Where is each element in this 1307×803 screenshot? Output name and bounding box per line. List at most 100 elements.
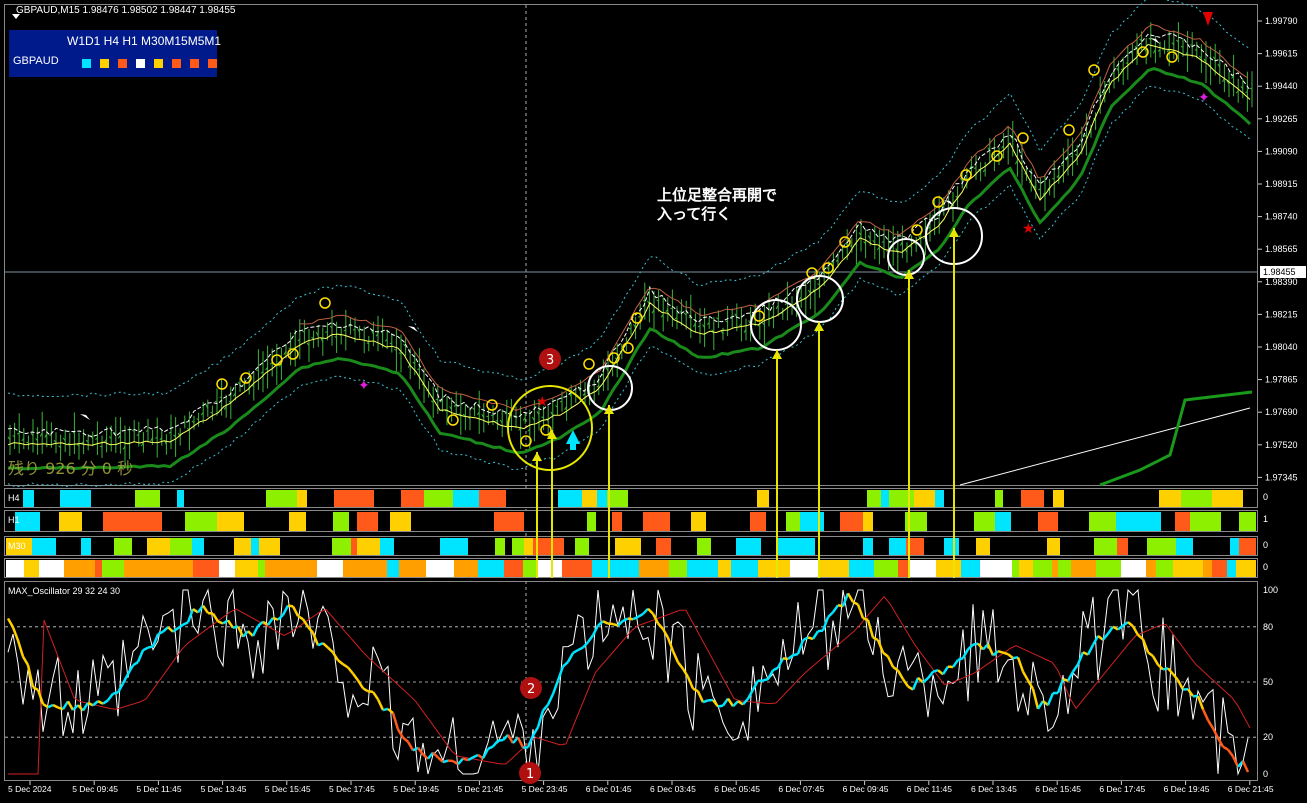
- strip-block: [524, 538, 533, 555]
- osc-main-segment: [862, 616, 869, 622]
- osc-main-segment: [1131, 625, 1140, 636]
- strip-block: [800, 512, 824, 531]
- signal-circle: [540, 424, 552, 436]
- strip-block: [718, 560, 731, 577]
- osc-main-segment: [961, 648, 970, 659]
- strip-block: [265, 560, 294, 577]
- trend-line-white: [959, 407, 1251, 486]
- annotation-note: 上位足整合再開で 入って行く: [657, 186, 777, 224]
- candle-tick: [495, 420, 498, 422]
- strip-block: [558, 490, 582, 507]
- osc-main-segment: [317, 642, 324, 647]
- osc-main-segment: [597, 620, 604, 627]
- strip-block: [454, 560, 478, 577]
- osc-main-segment: [762, 677, 769, 682]
- candle-tick: [155, 437, 158, 439]
- strip-block: [1117, 538, 1128, 555]
- strip-block: [575, 538, 589, 555]
- strip-block: [643, 512, 670, 531]
- strip-block: [1000, 560, 1012, 577]
- price-label: 1.99265: [1265, 114, 1298, 124]
- osc-main-segment: [572, 648, 579, 655]
- osc-main-segment: [967, 643, 974, 651]
- osc-main-segment: [1076, 651, 1085, 665]
- strip-block: [961, 560, 980, 577]
- strip-block: [1147, 538, 1176, 555]
- osc-main-segment: [387, 707, 394, 715]
- strip-block: [538, 560, 562, 577]
- osc-main-segment: [866, 619, 875, 638]
- strip-block: [1239, 538, 1256, 555]
- price-label: 1.99615: [1265, 49, 1298, 59]
- strip-block: [512, 538, 524, 555]
- strip-block: [910, 560, 936, 577]
- chart-header[interactable]: GBPAUD,M15 1.98476 1.98502 1.98447 1.984…: [6, 5, 235, 19]
- white-arrow-icon: [408, 326, 418, 332]
- strip-block: [669, 560, 687, 577]
- strip-block: [691, 512, 706, 531]
- strip-block: [1033, 560, 1052, 577]
- time-label: 6 Dec 03:45: [650, 784, 696, 794]
- strip-block: [177, 560, 193, 577]
- strip-block: [980, 560, 1000, 577]
- osc-main-segment: [136, 649, 145, 663]
- osc-main-segment: [192, 607, 199, 614]
- osc-main-segment: [577, 646, 584, 652]
- strip-block: [357, 512, 378, 531]
- price-label: 1.97345: [1265, 472, 1298, 482]
- osc-main-segment: [102, 699, 109, 705]
- timeframe-square: [118, 59, 127, 68]
- strip-block: [424, 490, 453, 507]
- strip-block: [114, 538, 132, 555]
- osc-main-segment: [371, 691, 380, 701]
- osc-main-segment: [856, 604, 865, 619]
- osc-main-segment: [827, 611, 834, 619]
- osc-main-segment: [337, 659, 344, 666]
- strip-block: [453, 490, 479, 507]
- osc-main-segment: [177, 623, 184, 630]
- strip-block: [343, 560, 365, 577]
- strip-block: [607, 490, 628, 507]
- signal-circle: [1063, 124, 1075, 136]
- strip-block: [1121, 560, 1146, 577]
- strip-block: [202, 512, 217, 531]
- osc-main-segment: [492, 739, 499, 748]
- osc-main-segment: [677, 661, 684, 670]
- strip-block: [750, 512, 766, 531]
- strip-block: [639, 560, 653, 577]
- osc-main-segment: [107, 692, 114, 702]
- strip-block: [1203, 560, 1212, 577]
- osc-main-segment: [167, 626, 174, 633]
- osc-main-segment: [327, 646, 334, 654]
- strip-block: [1190, 512, 1221, 531]
- strip-block: [399, 560, 426, 577]
- chevron-down-icon[interactable]: [12, 14, 20, 19]
- price-label: 1.97865: [1265, 375, 1298, 385]
- osc-main-segment: [1196, 695, 1205, 710]
- price-label: 1.99790: [1265, 16, 1298, 26]
- osc-main-segment: [602, 620, 609, 625]
- price-label: 1.98915: [1265, 179, 1298, 189]
- strip-block: [170, 538, 192, 555]
- strip-block: [95, 560, 102, 577]
- osc-main-segment: [717, 704, 724, 708]
- strip-block: [102, 560, 124, 577]
- strip-block: [192, 538, 204, 555]
- strip-block: [615, 538, 641, 555]
- strip-block: [849, 560, 874, 577]
- signal-circle: [486, 399, 498, 411]
- osc-main-segment: [367, 690, 374, 694]
- up-arrow-head: [814, 322, 824, 331]
- strip-block: [819, 560, 849, 577]
- candle-tick: [642, 300, 645, 302]
- strip-block: [294, 560, 317, 577]
- strip-block: [24, 560, 39, 577]
- osc-main-segment: [932, 668, 939, 673]
- price-label: 1.99090: [1265, 146, 1298, 156]
- strip-block: [39, 560, 64, 577]
- strip-block: [1071, 560, 1096, 577]
- strip-block: [177, 490, 184, 507]
- strip-block: [1146, 560, 1156, 577]
- signal-circle: [622, 342, 634, 354]
- osc-main-segment: [896, 669, 905, 680]
